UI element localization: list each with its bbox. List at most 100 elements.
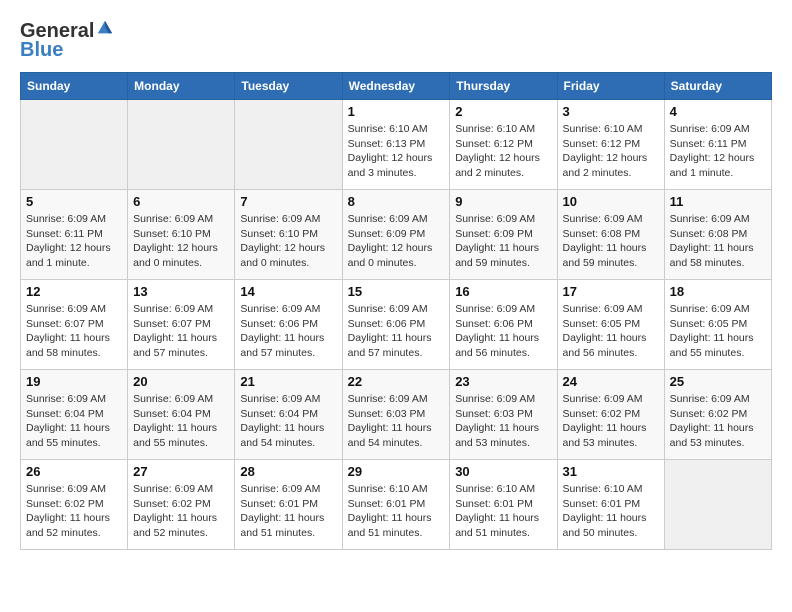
day-info: Sunrise: 6:10 AM Sunset: 6:01 PM Dayligh…: [563, 482, 659, 541]
day-info: Sunrise: 6:09 AM Sunset: 6:06 PM Dayligh…: [455, 302, 551, 361]
calendar-cell: 11 Sunrise: 6:09 AM Sunset: 6:08 PM Dayli…: [664, 190, 771, 280]
calendar-header-row: SundayMondayTuesdayWednesdayThursdayFrid…: [21, 73, 772, 100]
calendar-cell: [235, 100, 342, 190]
day-number: 15: [348, 284, 445, 299]
calendar-cell: 22Sunrise: 6:09 AM Sunset: 6:03 PM Dayli…: [342, 370, 450, 460]
day-number: 2: [455, 104, 551, 119]
day-info: Sunrise: 6:09 AM Sunset: 6:05 PM Dayligh…: [670, 302, 766, 361]
day-number: 10: [563, 194, 659, 209]
day-number: 12: [26, 284, 122, 299]
calendar-week-row: 1 Sunrise: 6:10 AM Sunset: 6:13 PM Daylig…: [21, 100, 772, 190]
calendar-cell: 21 Sunrise: 6:09 AM Sunset: 6:04 PM Dayli…: [235, 370, 342, 460]
day-number: 23: [455, 374, 551, 389]
day-info: Sunrise: 6:09 AM Sunset: 6:10 PM Dayligh…: [240, 212, 336, 271]
day-number: 6: [133, 194, 229, 209]
day-info: Sunrise: 6:09 AM Sunset: 6:06 PM Dayligh…: [348, 302, 445, 361]
calendar-cell: 13Sunrise: 6:09 AM Sunset: 6:07 PM Dayli…: [128, 280, 235, 370]
calendar-cell: 24Sunrise: 6:09 AM Sunset: 6:02 PM Dayli…: [557, 370, 664, 460]
calendar-cell: 27 Sunrise: 6:09 AM Sunset: 6:02 PM Dayli…: [128, 460, 235, 550]
day-number: 17: [563, 284, 659, 299]
calendar-cell: 12 Sunrise: 6:09 AM Sunset: 6:07 PM Dayli…: [21, 280, 128, 370]
calendar-cell: 17 Sunrise: 6:09 AM Sunset: 6:05 PM Dayli…: [557, 280, 664, 370]
day-info: Sunrise: 6:09 AM Sunset: 6:05 PM Dayligh…: [563, 302, 659, 361]
calendar-cell: 4 Sunrise: 6:09 AM Sunset: 6:11 PM Daylig…: [664, 100, 771, 190]
calendar-cell: 5 Sunrise: 6:09 AM Sunset: 6:11 PM Daylig…: [21, 190, 128, 280]
day-number: 14: [240, 284, 336, 299]
day-number: 5: [26, 194, 122, 209]
day-number: 4: [670, 104, 766, 119]
calendar-cell: 2Sunrise: 6:10 AM Sunset: 6:12 PM Daylig…: [450, 100, 557, 190]
day-info: Sunrise: 6:10 AM Sunset: 6:12 PM Dayligh…: [563, 122, 659, 181]
calendar-week-row: 5 Sunrise: 6:09 AM Sunset: 6:11 PM Daylig…: [21, 190, 772, 280]
calendar-cell: 31 Sunrise: 6:10 AM Sunset: 6:01 PM Dayli…: [557, 460, 664, 550]
day-info: Sunrise: 6:09 AM Sunset: 6:02 PM Dayligh…: [133, 482, 229, 541]
calendar-cell: 19Sunrise: 6:09 AM Sunset: 6:04 PM Dayli…: [21, 370, 128, 460]
day-info: Sunrise: 6:09 AM Sunset: 6:04 PM Dayligh…: [133, 392, 229, 451]
day-number: 20: [133, 374, 229, 389]
day-info: Sunrise: 6:09 AM Sunset: 6:02 PM Dayligh…: [563, 392, 659, 451]
day-number: 9: [455, 194, 551, 209]
day-info: Sunrise: 6:09 AM Sunset: 6:03 PM Dayligh…: [348, 392, 445, 451]
weekday-header: Monday: [128, 73, 235, 100]
day-info: Sunrise: 6:10 AM Sunset: 6:13 PM Dayligh…: [348, 122, 445, 181]
weekday-header: Wednesday: [342, 73, 450, 100]
page-header: General Blue: [20, 20, 772, 62]
day-info: Sunrise: 6:09 AM Sunset: 6:09 PM Dayligh…: [348, 212, 445, 271]
day-number: 31: [563, 464, 659, 479]
calendar-cell: [128, 100, 235, 190]
calendar-cell: 9 Sunrise: 6:09 AM Sunset: 6:09 PM Daylig…: [450, 190, 557, 280]
day-number: 11: [670, 194, 766, 209]
day-number: 28: [240, 464, 336, 479]
calendar-cell: 23Sunrise: 6:09 AM Sunset: 6:03 PM Dayli…: [450, 370, 557, 460]
day-info: Sunrise: 6:09 AM Sunset: 6:09 PM Dayligh…: [455, 212, 551, 271]
calendar-cell: 26 Sunrise: 6:09 AM Sunset: 6:02 PM Dayli…: [21, 460, 128, 550]
day-info: Sunrise: 6:09 AM Sunset: 6:08 PM Dayligh…: [670, 212, 766, 271]
calendar-body: 1 Sunrise: 6:10 AM Sunset: 6:13 PM Daylig…: [21, 100, 772, 550]
day-number: 27: [133, 464, 229, 479]
calendar-cell: 8 Sunrise: 6:09 AM Sunset: 6:09 PM Daylig…: [342, 190, 450, 280]
calendar-cell: 30 Sunrise: 6:10 AM Sunset: 6:01 PM Dayli…: [450, 460, 557, 550]
day-info: Sunrise: 6:09 AM Sunset: 6:08 PM Dayligh…: [563, 212, 659, 271]
day-number: 1: [348, 104, 445, 119]
calendar-cell: 6 Sunrise: 6:09 AM Sunset: 6:10 PM Daylig…: [128, 190, 235, 280]
weekday-header: Thursday: [450, 73, 557, 100]
calendar-cell: [21, 100, 128, 190]
day-number: 16: [455, 284, 551, 299]
calendar-cell: 29Sunrise: 6:10 AM Sunset: 6:01 PM Dayli…: [342, 460, 450, 550]
calendar-cell: 25 Sunrise: 6:09 AM Sunset: 6:02 PM Dayli…: [664, 370, 771, 460]
calendar-cell: 16 Sunrise: 6:09 AM Sunset: 6:06 PM Dayli…: [450, 280, 557, 370]
day-info: Sunrise: 6:10 AM Sunset: 6:01 PM Dayligh…: [455, 482, 551, 541]
day-number: 8: [348, 194, 445, 209]
day-info: Sunrise: 6:09 AM Sunset: 6:10 PM Dayligh…: [133, 212, 229, 271]
day-number: 26: [26, 464, 122, 479]
day-info: Sunrise: 6:09 AM Sunset: 6:02 PM Dayligh…: [26, 482, 122, 541]
day-info: Sunrise: 6:09 AM Sunset: 6:07 PM Dayligh…: [26, 302, 122, 361]
day-number: 18: [670, 284, 766, 299]
day-number: 19: [26, 374, 122, 389]
calendar-week-row: 19 Sunrise: 6:09 AM Sunset: 6:04 PM Dayli…: [21, 370, 772, 460]
day-number: 21: [240, 374, 336, 389]
calendar-week-row: 26 Sunrise: 6:09 AM Sunset: 6:02 PM Dayli…: [21, 460, 772, 550]
weekday-header: Saturday: [664, 73, 771, 100]
day-info: Sunrise: 6:09 AM Sunset: 6:11 PM Dayligh…: [670, 122, 766, 181]
day-number: 30: [455, 464, 551, 479]
calendar-cell: 18 Sunrise: 6:09 AM Sunset: 6:05 PM Dayli…: [664, 280, 771, 370]
day-info: Sunrise: 6:09 AM Sunset: 6:11 PM Dayligh…: [26, 212, 122, 271]
calendar-cell: 15 Sunrise: 6:09 AM Sunset: 6:06 PM Dayli…: [342, 280, 450, 370]
calendar-week-row: 12 Sunrise: 6:09 AM Sunset: 6:07 PM Dayli…: [21, 280, 772, 370]
day-info: Sunrise: 6:09 AM Sunset: 6:07 PM Dayligh…: [133, 302, 229, 361]
weekday-header: Tuesday: [235, 73, 342, 100]
day-info: Sunrise: 6:09 AM Sunset: 6:01 PM Dayligh…: [240, 482, 336, 541]
day-info: Sunrise: 6:09 AM Sunset: 6:02 PM Dayligh…: [670, 392, 766, 451]
weekday-header: Friday: [557, 73, 664, 100]
day-number: 7: [240, 194, 336, 209]
weekday-header: Sunday: [21, 73, 128, 100]
calendar-table: SundayMondayTuesdayWednesdayThursdayFrid…: [20, 72, 772, 550]
calendar-cell: 1 Sunrise: 6:10 AM Sunset: 6:13 PM Daylig…: [342, 100, 450, 190]
calendar-cell: 7 Sunrise: 6:09 AM Sunset: 6:10 PM Daylig…: [235, 190, 342, 280]
logo-icon: [96, 19, 114, 37]
day-number: 25: [670, 374, 766, 389]
day-info: Sunrise: 6:09 AM Sunset: 6:04 PM Dayligh…: [240, 392, 336, 451]
calendar-cell: 28 Sunrise: 6:09 AM Sunset: 6:01 PM Dayli…: [235, 460, 342, 550]
calendar-cell: 10 Sunrise: 6:09 AM Sunset: 6:08 PM Dayli…: [557, 190, 664, 280]
